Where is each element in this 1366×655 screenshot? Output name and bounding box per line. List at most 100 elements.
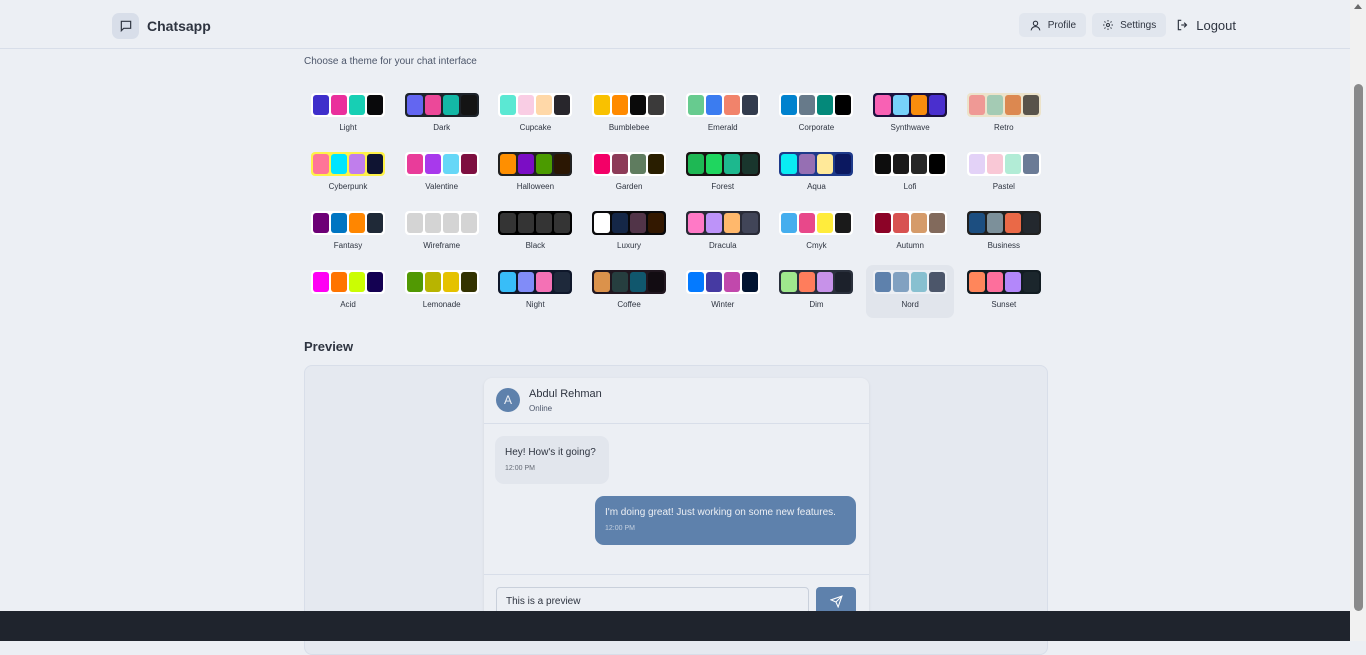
theme-grid: Light Dark Cupcake Bumblebee Emerald Corporat… <box>304 88 1052 318</box>
theme-option-business[interactable]: Business <box>960 206 1048 259</box>
theme-option-emerald[interactable]: Emerald <box>679 88 767 141</box>
theme-swatch <box>311 270 385 294</box>
theme-option-pastel[interactable]: Pastel <box>960 147 1048 200</box>
theme-label: Valentine <box>425 182 459 191</box>
theme-option-retro[interactable]: Retro <box>960 88 1048 141</box>
swatch-color <box>594 154 611 174</box>
swatch-color <box>835 272 852 292</box>
message-sent: I'm doing great! Just working on some ne… <box>595 496 856 545</box>
theme-option-forest[interactable]: Forest <box>679 147 767 200</box>
scroll-thumb[interactable] <box>1354 84 1363 611</box>
theme-swatch <box>873 93 948 117</box>
theme-option-cmyk[interactable]: Cmyk <box>772 206 860 259</box>
theme-swatch <box>779 152 854 176</box>
theme-option-autumn[interactable]: Autumn <box>866 206 954 259</box>
theme-swatch <box>592 93 667 117</box>
scrollbar[interactable] <box>1350 0 1366 641</box>
swatch-color <box>929 95 946 115</box>
theme-option-winter[interactable]: Winter <box>679 265 767 318</box>
settings-button[interactable]: Settings <box>1092 13 1167 37</box>
swatch-color <box>835 95 852 115</box>
theme-option-lofi[interactable]: Lofi <box>866 147 954 200</box>
theme-swatch <box>404 211 479 235</box>
message-time: 12:00 PM <box>605 525 635 532</box>
theme-option-coffee[interactable]: Coffee <box>585 265 673 318</box>
swatch-color <box>630 154 647 174</box>
swatch-color <box>799 95 816 115</box>
theme-option-fantasy[interactable]: Fantasy <box>304 206 392 259</box>
theme-option-nord[interactable]: Nord <box>866 265 955 318</box>
swatch-color <box>460 213 477 233</box>
profile-button[interactable]: Profile <box>1018 13 1087 37</box>
swatch-color <box>349 272 365 292</box>
theme-label: Luxury <box>617 241 642 250</box>
theme-option-aqua[interactable]: Aqua <box>772 147 860 200</box>
swatch-color <box>1004 154 1021 174</box>
swatch-color <box>986 213 1003 233</box>
theme-option-cyberpunk[interactable]: Cyberpunk <box>304 147 392 200</box>
swatch-color <box>367 272 383 292</box>
scroll-up-arrow-icon[interactable] <box>1354 4 1362 9</box>
swatch-color <box>460 154 477 174</box>
theme-option-dracula[interactable]: Dracula <box>679 206 767 259</box>
swatch-color <box>518 95 535 115</box>
theme-option-black[interactable]: Black <box>491 206 579 259</box>
theme-swatch <box>311 93 385 117</box>
theme-swatch <box>966 93 1041 117</box>
swatch-color <box>781 272 798 292</box>
theme-option-dim[interactable]: Dim <box>772 265 860 318</box>
swatch-color <box>442 272 459 292</box>
navbar: Chatsapp Profile Settings Logout <box>0 0 1350 49</box>
theme-option-garden[interactable]: Garden <box>585 147 673 200</box>
theme-swatch <box>498 152 573 176</box>
theme-option-bumblebee[interactable]: Bumblebee <box>585 88 673 141</box>
swatch-color <box>612 213 629 233</box>
theme-option-acid[interactable]: Acid <box>304 265 392 318</box>
swatch-color <box>1004 213 1021 233</box>
theme-swatch <box>685 270 760 294</box>
theme-option-wireframe[interactable]: Wireframe <box>398 206 486 259</box>
message-list: Hey! How's it going? 12:00 PM I'm doing … <box>484 424 869 574</box>
theme-option-sunset[interactable]: Sunset <box>960 265 1048 318</box>
theme-option-synthwave[interactable]: Synthwave <box>866 88 954 141</box>
chat-card: A Abdul Rehman Online Hey! How's it goin… <box>484 378 869 630</box>
message-text: Hey! How's it going? <box>505 447 596 458</box>
swatch-color <box>986 154 1003 174</box>
theme-swatch <box>966 211 1041 235</box>
brand[interactable]: Chatsapp <box>112 13 211 39</box>
theme-option-night[interactable]: Night <box>491 265 579 318</box>
theme-option-lemonade[interactable]: Lemonade <box>398 265 486 318</box>
swatch-color <box>835 213 852 233</box>
theme-option-luxury[interactable]: Luxury <box>585 206 673 259</box>
logout-button[interactable]: Logout <box>1172 18 1240 33</box>
swatch-color <box>687 154 704 174</box>
message-text: I'm doing great! Just working on some ne… <box>605 507 836 518</box>
swatch-color <box>835 154 852 174</box>
theme-option-cupcake[interactable]: Cupcake <box>491 88 579 141</box>
swatch-color <box>500 272 517 292</box>
swatch-color <box>1004 95 1021 115</box>
theme-label: Business <box>987 241 1021 250</box>
theme-option-halloween[interactable]: Halloween <box>491 147 579 200</box>
swatch-color <box>741 272 758 292</box>
swatch-color <box>313 154 329 174</box>
swatch-color <box>349 95 365 115</box>
theme-option-valentine[interactable]: Valentine <box>398 147 486 200</box>
theme-option-light[interactable]: Light <box>304 88 392 141</box>
theme-label: Autumn <box>896 241 924 250</box>
swatch-color <box>875 272 892 292</box>
swatch-color <box>911 272 928 292</box>
swatch-color <box>723 95 740 115</box>
theme-option-corporate[interactable]: Corporate <box>772 88 860 141</box>
swatch-color <box>406 154 423 174</box>
swatch-color <box>893 154 910 174</box>
theme-label: Aqua <box>807 182 826 191</box>
swatch-color <box>911 95 928 115</box>
swatch-color <box>331 95 347 115</box>
user-icon <box>1030 20 1041 30</box>
theme-option-dark[interactable]: Dark <box>398 88 486 141</box>
swatch-color <box>893 272 910 292</box>
swatch-color <box>460 272 477 292</box>
theme-label: Garden <box>615 182 643 191</box>
swatch-color <box>554 154 571 174</box>
